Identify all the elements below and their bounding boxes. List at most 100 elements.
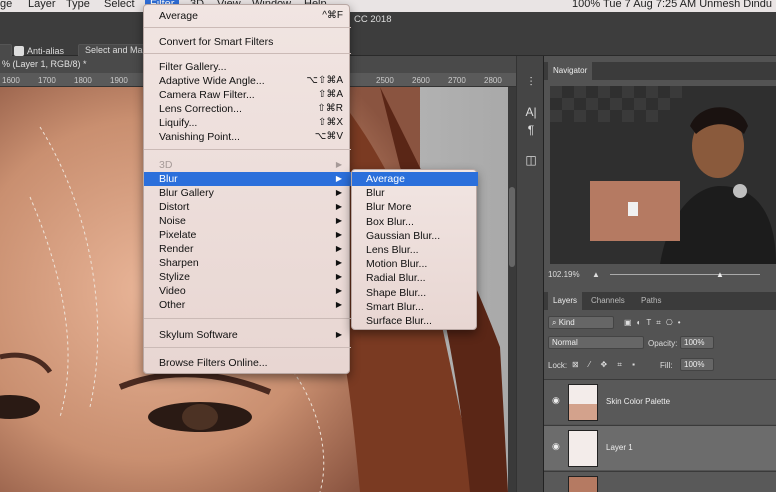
menu-item-label: Lens Correction... [159,103,242,115]
menu-item-label: Blur More [366,201,412,214]
filter-menu-item[interactable]: Video ▶ [144,284,351,298]
menu-item-shortcut: ⇧⌘A [317,89,343,100]
menu-item-label: Video [159,285,186,297]
menu-item-label: Box Blur... [366,215,414,228]
zoom-out-icon[interactable]: ▲ [592,270,600,279]
menu-item-label: Distort [159,201,190,213]
menu-item-label: Lens Blur... [366,244,419,256]
menu-item-label: Render [159,243,194,255]
filter-menu-item[interactable]: Average ^⌘F [144,9,351,23]
menu-separator [144,318,351,319]
blur-submenu-item[interactable]: Shape Blur... [352,286,478,300]
blur-submenu-item[interactable]: Lens Blur... [352,243,478,257]
menu-item-label: Sharpen [159,257,199,269]
right-panels: Navigator 102.19% ▲ ▲ Layers Channels Pa… [544,56,776,492]
menu-item-shortcut: ⇧⌘X [317,117,343,128]
tab-navigator[interactable]: Navigator [548,62,593,80]
layers-tabs: Layers Channels Paths [544,292,776,310]
filter-menu-item[interactable]: Pixelate ▶ [144,228,351,242]
ruler-label: 1700 [38,76,56,85]
glyphs-icon[interactable]: ◫ [523,152,539,168]
vertical-scrollbar[interactable] [508,87,516,492]
brush-settings-icon[interactable]: ⫶ [523,74,539,90]
tab-paths[interactable]: Paths [636,292,666,310]
submenu-arrow-icon: ▶ [335,272,342,281]
filter-menu-item[interactable]: Camera Raw Filter... ⇧⌘A [144,88,351,102]
blur-submenu-item[interactable]: Blur More [352,200,478,214]
scrollbar-thumb[interactable] [509,187,515,267]
layer-kind-filter[interactable]: ⌕ Kind [548,316,614,329]
menu-separator [144,347,351,348]
antialias-checkbox[interactable] [14,46,24,56]
tab-layers[interactable]: Layers [548,292,583,310]
character-icon[interactable]: A| [523,104,539,120]
filter-menu-item[interactable]: Other ▶ [144,298,351,312]
panel-icon-strip: ⫶ A| ¶ ◫ [516,56,544,492]
filter-menu-item[interactable]: Lens Correction... ⇧⌘R [144,102,351,116]
submenu-arrow-icon: ▶ [335,160,342,169]
filter-menu-item[interactable]: Blur ▶ [144,172,351,186]
photoshop-window: ge Layer Type Select Filter 3D View Wind… [0,0,776,492]
zoom-slider-track[interactable] [610,274,760,275]
blur-submenu-item[interactable]: Box Blur... [352,215,478,229]
opacity-label: Opacity: [648,339,678,348]
menu-item-label: Motion Blur... [366,258,428,271]
layer-row-layer-1[interactable]: ◉ Layer 1 [544,425,776,470]
eye-icon[interactable]: ◉ [552,442,562,451]
layer-filter-icons[interactable]: ▣◐T⌗⎔• [624,318,686,328]
filter-menu-item[interactable]: Distort ▶ [144,200,351,214]
blend-mode-select[interactable]: Normal [548,336,644,349]
menu-item-label: Convert for Smart Filters [159,36,274,48]
paragraph-icon[interactable]: ¶ [523,122,539,138]
menu-item-label: Other [159,299,186,311]
layer-row-skin-palette[interactable]: ◉ Skin Color Palette [544,379,776,424]
lock-icons[interactable]: ⊠ ⁄ ✥ ⌗ ▪ [572,360,639,370]
menu-item-label: Average [159,10,198,22]
filter-menu-item[interactable]: Vanishing Point... ⌥⌘V [144,130,351,144]
blur-submenu-item[interactable]: Average [352,172,478,186]
filter-menu: Average ^⌘F Convert for Smart Filters Filte… [143,4,351,374]
blur-submenu-item[interactable]: Blur [352,186,478,200]
ruler-label: 1600 [2,76,20,85]
filter-menu-item[interactable]: Convert for Smart Filters [144,35,351,49]
menu-type[interactable]: Type [66,0,90,10]
submenu-arrow-icon: ▶ [335,188,342,197]
menu-image[interactable]: ge [0,0,12,10]
menu-item-label: Filter Gallery... [159,61,227,73]
filter-menu-item[interactable]: Browse Filters Online... [144,356,351,370]
menu-item-label: Blur Gallery [159,187,214,199]
eye-icon[interactable]: ◉ [552,396,562,405]
filter-menu-item[interactable]: Skylum Software ▶ [144,328,351,342]
blur-submenu-item[interactable]: Motion Blur... [352,257,478,271]
app-title: CC 2018 [354,14,392,25]
menu-select[interactable]: Select [104,0,135,10]
zoom-slider-thumb[interactable]: ▲ [716,270,724,279]
menu-item-label: Pixelate [159,229,197,241]
blur-submenu-item[interactable]: Radial Blur... [352,271,478,285]
layer-thumbnail [568,384,598,421]
navigator-preview[interactable] [550,86,776,264]
submenu-arrow-icon: ▶ [335,202,342,211]
filter-menu-item[interactable]: Blur Gallery ▶ [144,186,351,200]
menu-item-label: Skylum Software [159,329,238,341]
blur-submenu-item[interactable]: Surface Blur... [352,314,478,328]
fill-input[interactable]: 100% [680,358,714,371]
tab-channels[interactable]: Channels [586,292,630,310]
submenu-arrow-icon: ▶ [335,300,342,309]
blur-submenu-item[interactable]: Smart Blur... [352,300,478,314]
ruler-label: 2700 [448,76,466,85]
menu-separator [144,53,351,54]
filter-menu-item[interactable]: Liquify... ⇧⌘X [144,116,351,130]
ruler-label: 2800 [484,76,502,85]
filter-menu-item[interactable]: Render ▶ [144,242,351,256]
filter-menu-item[interactable]: Adaptive Wide Angle... ⌥⇧⌘A [144,74,351,88]
filter-menu-item[interactable]: Sharpen ▶ [144,256,351,270]
filter-menu-item[interactable]: Noise ▶ [144,214,351,228]
navigator-zoom-bar: 102.19% ▲ ▲ [544,266,776,284]
blur-submenu-item[interactable]: Gaussian Blur... [352,229,478,243]
filter-menu-item[interactable]: Filter Gallery... [144,60,351,74]
filter-menu-item[interactable]: Stylize ▶ [144,270,351,284]
opacity-input[interactable]: 100% [680,336,714,349]
menu-layer[interactable]: Layer [28,0,56,10]
layer-row-partial[interactable] [544,471,776,492]
